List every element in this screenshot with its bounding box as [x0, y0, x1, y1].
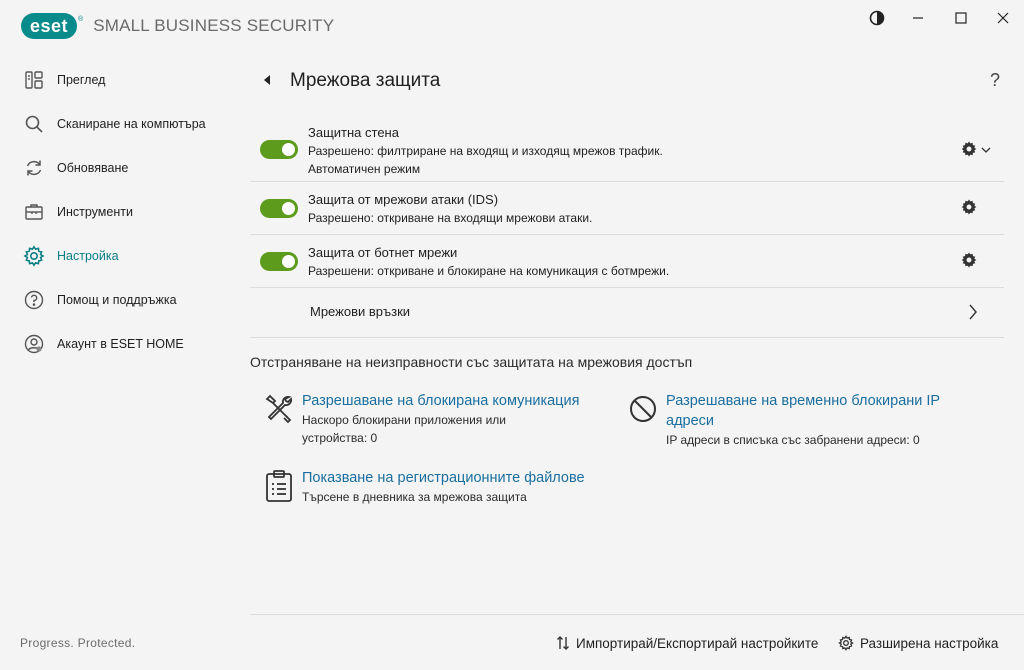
- ids-toggle[interactable]: [260, 199, 298, 218]
- sidebar: Преглед Сканиране на компютъра Обновяван…: [0, 58, 240, 366]
- chevron-down-icon[interactable]: [980, 143, 992, 155]
- briefcase-icon: [23, 201, 45, 223]
- help-button[interactable]: ?: [990, 70, 1000, 91]
- allow-blocked-communication-link[interactable]: Разрешаване на блокирана комуникация: [302, 391, 579, 411]
- sidebar-item-account[interactable]: Акаунт в ESET HOME: [0, 322, 240, 366]
- import-export-icon: [556, 635, 570, 651]
- blocked-icon: [626, 391, 660, 425]
- firewall-toggle[interactable]: [260, 140, 298, 159]
- gear-icon: [838, 635, 854, 651]
- tool-show-logs: Показване на регистрационните файлове Тъ…: [262, 468, 585, 506]
- import-export-button[interactable]: Импортирай/Експортирай настройките: [556, 635, 818, 651]
- botnet-gear-icon[interactable]: [960, 251, 978, 269]
- sidebar-item-label: Настройка: [57, 249, 119, 263]
- sidebar-item-label: Сканиране на компютъра: [57, 117, 206, 131]
- setting-row-botnet: Защита от ботнет мрежи Разрешени: открив…: [250, 235, 1004, 288]
- sidebar-item-label: Преглед: [57, 73, 106, 87]
- tool-allow-blocked-communication: Разрешаване на блокирана комуникация Нас…: [262, 391, 579, 447]
- firewall-gear-icon[interactable]: [960, 140, 978, 158]
- tool-desc: Наскоро блокирани приложения или: [302, 413, 507, 427]
- sidebar-item-help[interactable]: Помощ и поддръжка: [0, 278, 240, 322]
- account-icon: [23, 333, 45, 355]
- setting-desc: Разрешено: откриване на входящи мрежови …: [308, 211, 593, 225]
- chevron-right-icon: [968, 303, 978, 326]
- show-logs-link[interactable]: Показване на регистрационните файлове: [302, 468, 585, 488]
- bottom-bar: Импортирай/Експортирай настройките Разши…: [250, 614, 1024, 670]
- clipboard-icon: [262, 468, 296, 502]
- tool-desc: IP адреси в списъка със забранени адреси…: [666, 433, 920, 447]
- sidebar-item-label: Помощ и поддръжка: [57, 293, 177, 307]
- product-name: SMALL BUSINESS SECURITY: [93, 16, 335, 35]
- minimize-icon[interactable]: [906, 8, 930, 28]
- setting-desc: Разрешени: откриване и блокиране на кому…: [308, 264, 670, 278]
- allow-blocked-ip-link[interactable]: Разрешаване на временно блокирани IP: [666, 391, 940, 411]
- page-title: Мрежова защита: [290, 70, 441, 91]
- sidebar-item-label: Обновяване: [57, 161, 129, 175]
- setting-title: Защита от мрежови атаки (IDS): [308, 192, 499, 207]
- tagline: Progress. Protected.: [20, 636, 136, 650]
- sidebar-item-tools[interactable]: Инструменти: [0, 190, 240, 234]
- setting-row-firewall: Защитна стена Разрешено: филтриране на в…: [250, 118, 1004, 182]
- tool-desc: устройства: 0: [302, 431, 378, 445]
- network-connections-link[interactable]: Мрежови връзки: [250, 288, 1004, 338]
- close-icon[interactable]: [991, 8, 1015, 28]
- network-connections-label: Мрежови връзки: [310, 304, 411, 319]
- allow-blocked-ip-link-cont[interactable]: адреси: [666, 411, 940, 431]
- setting-mode: Автоматичен режим: [308, 162, 421, 176]
- eset-logo-badge: eset: [21, 13, 78, 39]
- sidebar-item-update[interactable]: Обновяване: [0, 146, 240, 190]
- setting-title: Защита от ботнет мрежи: [308, 245, 458, 260]
- advanced-setup-label: Разширена настройка: [860, 635, 999, 651]
- back-icon[interactable]: [262, 73, 274, 87]
- maximize-icon[interactable]: [949, 8, 973, 28]
- contrast-icon[interactable]: [865, 8, 889, 28]
- sidebar-item-setup[interactable]: Настройка: [0, 234, 240, 278]
- troubleshooting-title: Отстраняване на неизправности със защита…: [250, 354, 693, 370]
- sidebar-item-label: Акаунт в ESET HOME: [57, 337, 184, 351]
- gear-icon: [23, 245, 45, 267]
- tools-icon: [262, 391, 296, 425]
- botnet-toggle[interactable]: [260, 252, 298, 271]
- setting-desc: Разрешено: филтриране на входящ и изходя…: [308, 144, 663, 158]
- help-icon: [23, 289, 45, 311]
- eset-logo: eset ® SMALL BUSINESS SECURITY: [21, 13, 334, 39]
- tool-allow-blocked-ip: Разрешаване на временно блокирани IP адр…: [626, 391, 940, 449]
- sidebar-item-label: Инструменти: [57, 205, 133, 219]
- setting-row-ids: Защита от мрежови атаки (IDS) Разрешено:…: [250, 182, 1004, 235]
- advanced-setup-button[interactable]: Разширена настройка: [838, 635, 998, 651]
- refresh-icon: [23, 157, 45, 179]
- sidebar-item-scan[interactable]: Сканиране на компютъра: [0, 102, 240, 146]
- ids-gear-icon[interactable]: [960, 198, 978, 216]
- title-bar: eset ® SMALL BUSINESS SECURITY: [0, 0, 1024, 50]
- overview-icon: [23, 69, 45, 91]
- import-export-label: Импортирай/Експортирай настройките: [576, 635, 819, 651]
- search-icon: [23, 113, 45, 135]
- setting-title: Защитна стена: [308, 125, 399, 140]
- tool-desc: Търсене в дневника за мрежова защита: [302, 490, 527, 504]
- sidebar-item-overview[interactable]: Преглед: [0, 58, 240, 102]
- page-header: Мрежова защита ?: [250, 60, 1004, 104]
